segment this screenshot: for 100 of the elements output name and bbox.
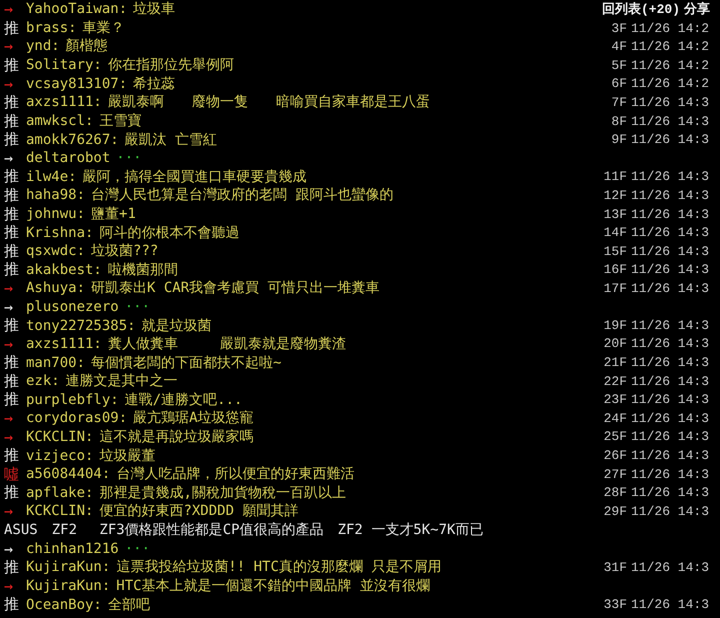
arrow-tag: → [4, 334, 20, 353]
comment-time: 11/26 14:3 [631, 280, 710, 296]
username: corydoras09: [26, 410, 128, 426]
comment-text: 垃圾菌??? [91, 242, 158, 260]
floor-number: 7F [610, 94, 627, 110]
push-tag: 推 [4, 18, 20, 38]
username: apflake: [26, 484, 94, 501]
floor-number: 33F [602, 597, 627, 612]
comment-time: 11/26 14:3 [631, 336, 710, 352]
fold-dots[interactable]: ··· [124, 298, 150, 315]
comment-text: 王雪寶 [99, 112, 142, 130]
push-tag: 推 [4, 558, 20, 577]
floor-number: 31F [602, 560, 627, 575]
push-tag: 推 [4, 372, 20, 391]
comment-text: 嚴亢鶏琚A垃圾慫寵 [133, 409, 254, 428]
comment-text: 就是垃圾菌 [142, 316, 212, 335]
username: qsxwdc: [26, 243, 86, 260]
username: KujiraKun: [26, 559, 110, 576]
arrow-tag: → [4, 576, 20, 595]
push-tag: 推 [4, 390, 20, 410]
comment-text: ASUS ZF2 ZF3價格跟性能都是CP值很高的產品 ZF2 一支才5K~7K而已 [4, 520, 484, 539]
username: purplebfly: [26, 392, 119, 408]
floor-number: 20F [602, 336, 627, 352]
comment-time: 11/26 14:2 [631, 76, 710, 92]
floor-number: 24F [602, 410, 627, 426]
arrow-tag: → [4, 409, 20, 428]
push-tag: 推 [4, 167, 20, 186]
comment-text: 你在指那位先舉例阿 [108, 56, 234, 74]
push-tag: 推 [4, 56, 20, 75]
push-tag: 推 [4, 223, 20, 242]
push-tag: 推 [4, 204, 20, 224]
comment-time: 11/26 14:3 [631, 504, 710, 519]
username: deltarobot [26, 150, 110, 166]
username: amokk76267: [26, 132, 119, 148]
comment-text: 嚴阿，搞得全國買進口車硬要貴幾成 [82, 168, 307, 186]
comment-text: 糞人做糞車 嚴凱泰就是廢物糞渣 [108, 334, 346, 353]
fold-dots[interactable]: ··· [124, 540, 150, 557]
back-to-list-link[interactable]: 回列表(+20) [602, 0, 680, 18]
boo-tag: 噓 [4, 464, 20, 484]
floor-number: 5F [610, 58, 627, 73]
floor-number: 19F [602, 318, 627, 334]
username: axzs1111: [26, 94, 102, 110]
comment-text: 全部吧 [108, 596, 150, 614]
comment-text: 台灣人民也算是台灣政府的老闆 跟阿斗也蠻像的 [91, 186, 394, 204]
comment-time: 11/26 14:3 [631, 318, 710, 334]
username: YahooTaiwan: [26, 1, 128, 18]
comment-text: 便宜的好東西?XDDDD 願聞其詳 [99, 502, 298, 520]
username: ezk: [26, 373, 60, 390]
username: man700: [26, 354, 86, 371]
username: Solitary: [26, 57, 102, 74]
push-tag: 推 [4, 446, 20, 466]
comment-time: 11/26 14:3 [631, 448, 710, 464]
comment-text: 連勝文是其中之一 [66, 372, 178, 390]
fold-dots[interactable]: ··· [116, 150, 142, 166]
comment-time: 11/26 14:3 [631, 206, 710, 222]
username: vcsay813107: [26, 76, 128, 92]
username: vizjeco: [26, 448, 94, 464]
comment-text: 嚴凱汰 亡雪紅 [124, 130, 218, 149]
comment-text: 嚴凱泰啊 廢物一隻 暗喻買自家車都是王八蛋 [108, 93, 430, 112]
comment-text: 啦機菌那間 [108, 260, 178, 279]
comment-text: 垃圾嚴董 [99, 446, 156, 465]
floor-number: 23F [602, 392, 627, 408]
floor-number: 17F [602, 280, 627, 296]
arrow-tag: → [4, 540, 20, 558]
comment-text: 鹽董+1 [91, 205, 136, 224]
floor-number: 4F [610, 38, 627, 54]
username: axzs1111: [26, 336, 102, 352]
floor-number: 13F [602, 206, 627, 222]
comment-text: 阿斗的你根本不會聽過 [99, 224, 240, 242]
comment-text: 這票我投給垃圾菌!! HTC真的沒那麼爛 只是不屑用 [116, 558, 442, 576]
push-tag: 推 [4, 92, 20, 112]
push-tag: 推 [4, 316, 20, 336]
username: brass: [26, 20, 77, 36]
comment-time: 11/26 14:3 [631, 225, 710, 240]
comment-text: 每個慣老闆的下面都扶不起啦~ [91, 354, 282, 372]
push-tag: 推 [4, 353, 20, 372]
comment-text: 連戰/連勝文吧... [124, 390, 242, 409]
floor-number: 8F [610, 114, 627, 129]
comment-time: 11/26 14:3 [631, 560, 710, 575]
comment-text: 這不就是再說垃圾嚴家嗎 [99, 428, 254, 446]
username: chinhan1216 [26, 540, 119, 557]
comment-text: 車業？ [82, 19, 125, 38]
floor-number: 14F [602, 225, 627, 240]
push-tag: 推 [4, 242, 20, 261]
floor-number: 28F [602, 485, 627, 500]
comment-time: 11/26 14:3 [631, 374, 710, 389]
comment-time: 11/26 14:3 [631, 485, 710, 500]
comment-time: 11/26 14:2 [631, 38, 710, 54]
comment-time: 11/26 14:2 [631, 58, 710, 73]
share-link[interactable]: 分享 [684, 0, 710, 18]
floor-number: 9F [610, 132, 627, 148]
comment-text: 垃圾車 [133, 0, 176, 18]
floor-number: 22F [602, 374, 627, 389]
username: KujiraKun: [26, 578, 110, 594]
floor-number: 11F [602, 169, 627, 184]
comment-time: 11/26 14:3 [631, 262, 710, 278]
arrow-tag: → [4, 428, 20, 446]
arrow-tag: → [4, 0, 20, 18]
username: ilw4e: [26, 168, 77, 185]
comment-time: 11/26 14:3 [631, 169, 710, 184]
